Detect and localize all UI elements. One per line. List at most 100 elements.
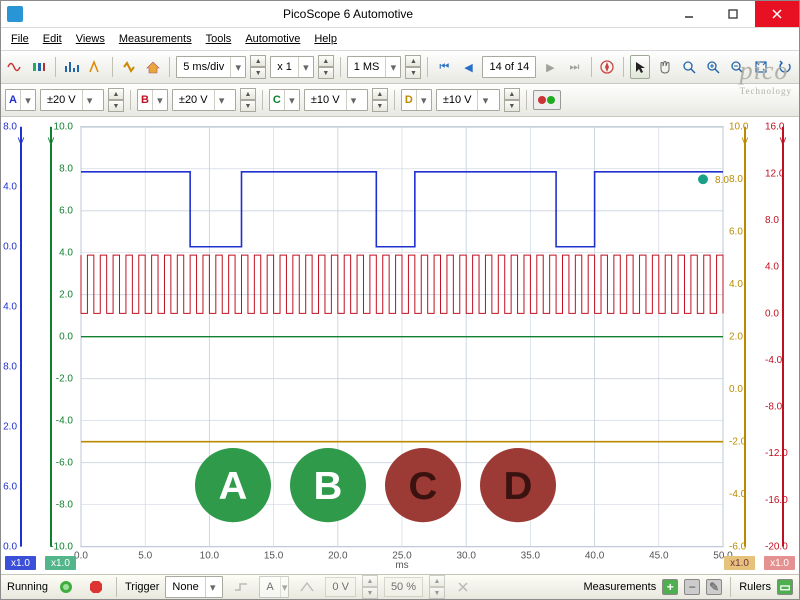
run-button[interactable] [54, 575, 78, 599]
menubar: File Edit Views Measurements Tools Autom… [1, 28, 799, 51]
svg-text:-4.0: -4.0 [729, 489, 747, 500]
rulers-label: Rulers [739, 581, 771, 593]
svg-text:4.0: 4.0 [59, 248, 73, 259]
timebase-stepper[interactable]: ▲▼ [250, 55, 266, 79]
svg-text:0.0: 0.0 [765, 308, 779, 319]
channel-d-range[interactable]: ±10 V▾ [436, 89, 500, 111]
measurement-remove-button[interactable]: − [684, 579, 700, 595]
menu-help[interactable]: Help [314, 33, 337, 45]
nav-first-icon[interactable]: ⏮ [434, 55, 454, 79]
svg-text:20.0: 20.0 [328, 550, 348, 561]
scope-plot[interactable]: 0.05.010.015.020.025.030.035.040.045.050… [3, 119, 797, 572]
svg-text:-4.0: -4.0 [765, 355, 783, 366]
svg-text:6.0: 6.0 [729, 227, 743, 238]
zoom-badge-c[interactable]: x1.0 [45, 556, 76, 570]
timebase-select[interactable]: 5 ms/div▾ [176, 56, 246, 78]
svg-text:2.0: 2.0 [59, 290, 73, 301]
trigger-pct-input[interactable]: 50 % [384, 577, 423, 597]
trigger-mode-select[interactable]: None▾ [165, 576, 223, 598]
svg-text:0.0: 0.0 [3, 242, 17, 253]
channel-c-stepper[interactable]: ▲▼ [372, 88, 388, 112]
home-icon[interactable] [143, 55, 163, 79]
stop-button[interactable] [84, 575, 108, 599]
compass-icon[interactable] [597, 55, 617, 79]
trigger-slope-icon[interactable] [295, 575, 319, 599]
zoom-badge-b[interactable]: x1.0 [764, 556, 795, 570]
hand-tool-icon[interactable] [654, 55, 674, 79]
svg-text:-4.0: -4.0 [56, 416, 74, 427]
svg-text:V: V [18, 136, 25, 147]
samples-select[interactable]: 1 MS▾ [347, 56, 402, 78]
menu-edit[interactable]: Edit [43, 33, 62, 45]
xmult-stepper[interactable]: ▲▼ [318, 55, 334, 79]
svg-text:-20.0: -20.0 [765, 542, 788, 553]
svg-text:V: V [780, 136, 787, 147]
channel-b-range[interactable]: ±20 V▾ [172, 89, 236, 111]
nav-last-icon[interactable]: ⏭ [564, 55, 584, 79]
svg-text:35.0: 35.0 [521, 550, 541, 561]
channel-d-stepper[interactable]: ▲▼ [504, 88, 520, 112]
scope-mode-icon[interactable] [5, 55, 25, 79]
minimize-button[interactable] [667, 1, 711, 27]
menu-views[interactable]: Views [76, 33, 105, 45]
xmult-select[interactable]: x 1▾ [270, 56, 314, 78]
menu-measurements[interactable]: Measurements [119, 33, 192, 45]
rulers-button[interactable]: ▭ [777, 579, 793, 595]
nav-prev-icon[interactable]: ◀ [458, 55, 478, 79]
menu-file[interactable]: File [11, 33, 29, 45]
measurement-edit-button[interactable]: ✎ [706, 579, 722, 595]
statusbar: Running Trigger None▾ A▾ 0 V ▲▼ 50 % ▲▼ … [1, 574, 799, 599]
svg-text:0.0: 0.0 [59, 332, 73, 343]
measurement-add-button[interactable]: + [662, 579, 678, 595]
svg-text:-10.0: -10.0 [50, 542, 73, 553]
run-status: Running [7, 581, 48, 593]
channel-c-range[interactable]: ±10 V▾ [304, 89, 368, 111]
trigger-edge-icon[interactable] [229, 575, 253, 599]
trigger-level-input[interactable]: 0 V [325, 577, 356, 597]
channel-a-button[interactable]: A▾ [5, 89, 36, 111]
channel-d-button[interactable]: D▾ [401, 89, 432, 111]
trigger-advanced-icon[interactable] [451, 575, 475, 599]
signal-gen-icon[interactable] [86, 55, 106, 79]
buffer-counter[interactable]: 14 of 14 [482, 56, 536, 78]
svg-text:-12.0: -12.0 [765, 448, 788, 459]
nav-next-icon[interactable]: ▶ [540, 55, 560, 79]
chevron-down-icon: ▾ [416, 90, 431, 110]
maximize-button[interactable] [711, 1, 755, 27]
channel-b-stepper[interactable]: ▲▼ [240, 88, 256, 112]
zoom-select-icon[interactable] [679, 55, 699, 79]
persistence-mode-icon[interactable] [29, 55, 49, 79]
zoom-badge-d[interactable]: x1.0 [724, 556, 755, 570]
probe-indicator[interactable] [533, 90, 561, 110]
window-title: PicoScope 6 Automotive [279, 7, 417, 21]
svg-text:-12.0: -12.0 [3, 422, 18, 433]
svg-text:-16.0: -16.0 [765, 495, 788, 506]
app-icon [7, 6, 23, 22]
zoom-in-icon[interactable] [703, 55, 723, 79]
menu-automotive[interactable]: Automotive [245, 33, 300, 45]
channel-a-stepper[interactable]: ▲▼ [108, 88, 124, 112]
channel-b-button[interactable]: B▾ [137, 89, 168, 111]
chevron-down-icon: ▾ [298, 57, 313, 77]
channel-a-range[interactable]: ±20 V▾ [40, 89, 104, 111]
samples-stepper[interactable]: ▲▼ [405, 55, 421, 79]
autosetup-icon[interactable] [119, 55, 139, 79]
svg-text:16.0: 16.0 [765, 122, 785, 133]
svg-text:B: B [314, 464, 343, 507]
spectrum-icon[interactable] [62, 55, 82, 79]
pointer-tool-icon[interactable] [630, 55, 650, 79]
trigger-pct-stepper[interactable]: ▲▼ [429, 575, 445, 599]
svg-text:8.0: 8.0 [765, 215, 779, 226]
trigger-source-select[interactable]: A▾ [259, 576, 289, 598]
trigger-level-stepper[interactable]: ▲▼ [362, 575, 378, 599]
titlebar: PicoScope 6 Automotive [1, 1, 799, 28]
svg-text:12.0: 12.0 [765, 168, 785, 179]
menu-tools[interactable]: Tools [206, 33, 232, 45]
channel-c-button[interactable]: C▾ [269, 89, 300, 111]
trigger-label: Trigger [125, 581, 159, 593]
svg-text:C: C [409, 464, 438, 507]
svg-text:10.0: 10.0 [729, 122, 749, 133]
pico-logo: picoTechnology [740, 56, 792, 96]
zoom-badge-a[interactable]: x1.0 [5, 556, 36, 570]
close-button[interactable] [755, 1, 799, 27]
